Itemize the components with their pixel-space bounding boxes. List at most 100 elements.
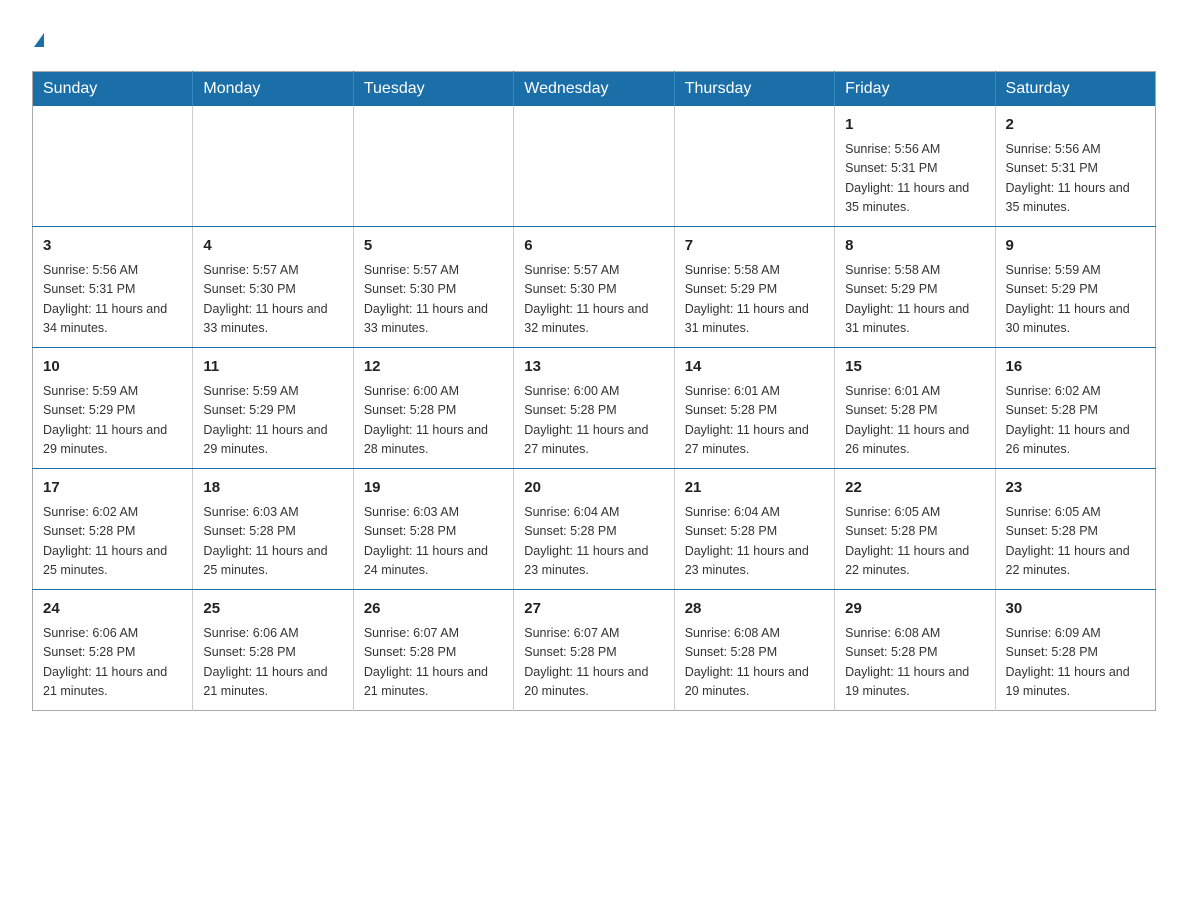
day-number: 22: [845, 477, 984, 500]
calendar-table: Sunday Monday Tuesday Wednesday Thursday…: [32, 71, 1156, 711]
day-info: Sunrise: 5:57 AMSunset: 5:30 PMDaylight:…: [203, 261, 342, 339]
calendar-week-row: 24 Sunrise: 6:06 AMSunset: 5:28 PMDayligh…: [33, 589, 1156, 710]
day-info: Sunrise: 6:04 AMSunset: 5:28 PMDaylight:…: [524, 503, 663, 581]
calendar-cell: 25 Sunrise: 6:06 AMSunset: 5:28 PMDayligh…: [193, 589, 353, 710]
calendar-cell: 18 Sunrise: 6:03 AMSunset: 5:28 PMDayligh…: [193, 468, 353, 589]
calendar-cell: 6 Sunrise: 5:57 AMSunset: 5:30 PMDaylight…: [514, 226, 674, 347]
day-info: Sunrise: 5:59 AMSunset: 5:29 PMDaylight:…: [1006, 261, 1145, 339]
calendar-cell: 21Sunrise: 6:04 AMSunset: 5:28 PMDayligh…: [674, 468, 834, 589]
header-monday: Monday: [193, 71, 353, 106]
calendar-cell: 5 Sunrise: 5:57 AMSunset: 5:30 PMDaylight…: [353, 226, 513, 347]
calendar-cell: 17 Sunrise: 6:02 AMSunset: 5:28 PMDayligh…: [33, 468, 193, 589]
calendar-week-row: 1 Sunrise: 5:56 AMSunset: 5:31 PMDaylight…: [33, 106, 1156, 227]
day-info: Sunrise: 5:57 AMSunset: 5:30 PMDaylight:…: [524, 261, 663, 339]
day-info: Sunrise: 6:06 AMSunset: 5:28 PMDaylight:…: [203, 624, 342, 702]
day-info: Sunrise: 5:57 AMSunset: 5:30 PMDaylight:…: [364, 261, 503, 339]
calendar-cell: 7 Sunrise: 5:58 AMSunset: 5:29 PMDaylight…: [674, 226, 834, 347]
day-number: 2: [1006, 114, 1145, 137]
day-info: Sunrise: 6:07 AMSunset: 5:28 PMDaylight:…: [524, 624, 663, 702]
day-number: 15: [845, 356, 984, 379]
calendar-cell: 26 Sunrise: 6:07 AMSunset: 5:28 PMDayligh…: [353, 589, 513, 710]
day-number: 5: [364, 235, 503, 258]
day-number: 10: [43, 356, 182, 379]
day-number: 23: [1006, 477, 1145, 500]
day-number: 4: [203, 235, 342, 258]
calendar-cell: 10 Sunrise: 5:59 AMSunset: 5:29 PMDayligh…: [33, 347, 193, 468]
day-number: 13: [524, 356, 663, 379]
day-info: Sunrise: 6:07 AMSunset: 5:28 PMDaylight:…: [364, 624, 503, 702]
calendar-cell: 24 Sunrise: 6:06 AMSunset: 5:28 PMDayligh…: [33, 589, 193, 710]
day-info: Sunrise: 6:09 AMSunset: 5:28 PMDaylight:…: [1006, 624, 1145, 702]
day-number: 19: [364, 477, 503, 500]
day-number: 16: [1006, 356, 1145, 379]
day-info: Sunrise: 6:01 AMSunset: 5:28 PMDaylight:…: [845, 382, 984, 460]
calendar-cell: 23 Sunrise: 6:05 AMSunset: 5:28 PMDayligh…: [995, 468, 1155, 589]
calendar-cell: [674, 106, 834, 227]
calendar-cell: 9 Sunrise: 5:59 AMSunset: 5:29 PMDaylight…: [995, 226, 1155, 347]
day-number: 25: [203, 598, 342, 621]
calendar-cell: 30Sunrise: 6:09 AMSunset: 5:28 PMDayligh…: [995, 589, 1155, 710]
day-info: Sunrise: 5:56 AMSunset: 5:31 PMDaylight:…: [1006, 140, 1145, 218]
day-info: Sunrise: 6:03 AMSunset: 5:28 PMDaylight:…: [364, 503, 503, 581]
day-info: Sunrise: 5:58 AMSunset: 5:29 PMDaylight:…: [685, 261, 824, 339]
calendar-cell: [193, 106, 353, 227]
day-info: Sunrise: 6:03 AMSunset: 5:28 PMDaylight:…: [203, 503, 342, 581]
calendar-week-row: 3Sunrise: 5:56 AMSunset: 5:31 PMDaylight…: [33, 226, 1156, 347]
day-info: Sunrise: 5:59 AMSunset: 5:29 PMDaylight:…: [203, 382, 342, 460]
calendar-cell: [353, 106, 513, 227]
calendar-cell: 12 Sunrise: 6:00 AMSunset: 5:28 PMDayligh…: [353, 347, 513, 468]
calendar-cell: [33, 106, 193, 227]
day-info: Sunrise: 5:59 AMSunset: 5:29 PMDaylight:…: [43, 382, 182, 460]
header-wednesday: Wednesday: [514, 71, 674, 106]
calendar-cell: 14 Sunrise: 6:01 AMSunset: 5:28 PMDayligh…: [674, 347, 834, 468]
calendar-cell: 4 Sunrise: 5:57 AMSunset: 5:30 PMDaylight…: [193, 226, 353, 347]
day-info: Sunrise: 5:56 AMSunset: 5:31 PMDaylight:…: [43, 261, 182, 339]
calendar-cell: 15 Sunrise: 6:01 AMSunset: 5:28 PMDayligh…: [835, 347, 995, 468]
day-number: 24: [43, 598, 182, 621]
calendar-cell: 22Sunrise: 6:05 AMSunset: 5:28 PMDayligh…: [835, 468, 995, 589]
day-number: 6: [524, 235, 663, 258]
calendar-cell: 20 Sunrise: 6:04 AMSunset: 5:28 PMDayligh…: [514, 468, 674, 589]
header-sunday: Sunday: [33, 71, 193, 106]
header: [32, 24, 1156, 53]
day-info: Sunrise: 6:00 AMSunset: 5:28 PMDaylight:…: [364, 382, 503, 460]
day-number: 26: [364, 598, 503, 621]
logo: [32, 24, 44, 53]
header-tuesday: Tuesday: [353, 71, 513, 106]
day-number: 18: [203, 477, 342, 500]
header-friday: Friday: [835, 71, 995, 106]
calendar-cell: 3Sunrise: 5:56 AMSunset: 5:31 PMDaylight…: [33, 226, 193, 347]
header-thursday: Thursday: [674, 71, 834, 106]
day-info: Sunrise: 6:01 AMSunset: 5:28 PMDaylight:…: [685, 382, 824, 460]
calendar-cell: 13 Sunrise: 6:00 AMSunset: 5:28 PMDayligh…: [514, 347, 674, 468]
day-info: Sunrise: 6:00 AMSunset: 5:28 PMDaylight:…: [524, 382, 663, 460]
day-number: 9: [1006, 235, 1145, 258]
day-info: Sunrise: 6:05 AMSunset: 5:28 PMDaylight:…: [1006, 503, 1145, 581]
calendar-cell: 16 Sunrise: 6:02 AMSunset: 5:28 PMDayligh…: [995, 347, 1155, 468]
day-number: 11: [203, 356, 342, 379]
calendar-cell: 29Sunrise: 6:08 AMSunset: 5:28 PMDayligh…: [835, 589, 995, 710]
day-number: 12: [364, 356, 503, 379]
day-number: 28: [685, 598, 824, 621]
calendar-cell: 1Sunrise: 5:56 AMSunset: 5:31 PMDaylight…: [835, 106, 995, 227]
day-number: 1: [845, 114, 984, 137]
day-number: 8: [845, 235, 984, 258]
day-number: 17: [43, 477, 182, 500]
calendar-week-row: 17 Sunrise: 6:02 AMSunset: 5:28 PMDayligh…: [33, 468, 1156, 589]
day-info: Sunrise: 6:06 AMSunset: 5:28 PMDaylight:…: [43, 624, 182, 702]
day-info: Sunrise: 5:58 AMSunset: 5:29 PMDaylight:…: [845, 261, 984, 339]
logo-triangle-icon: [34, 33, 44, 47]
calendar-cell: 11 Sunrise: 5:59 AMSunset: 5:29 PMDayligh…: [193, 347, 353, 468]
day-info: Sunrise: 6:02 AMSunset: 5:28 PMDaylight:…: [1006, 382, 1145, 460]
day-info: Sunrise: 6:02 AMSunset: 5:28 PMDaylight:…: [43, 503, 182, 581]
day-number: 7: [685, 235, 824, 258]
calendar-cell: 2 Sunrise: 5:56 AMSunset: 5:31 PMDaylight…: [995, 106, 1155, 227]
calendar-cell: 19 Sunrise: 6:03 AMSunset: 5:28 PMDayligh…: [353, 468, 513, 589]
weekday-header-row: Sunday Monday Tuesday Wednesday Thursday…: [33, 71, 1156, 106]
day-number: 21: [685, 477, 824, 500]
day-number: 20: [524, 477, 663, 500]
calendar-cell: 28Sunrise: 6:08 AMSunset: 5:28 PMDayligh…: [674, 589, 834, 710]
day-number: 14: [685, 356, 824, 379]
header-saturday: Saturday: [995, 71, 1155, 106]
calendar-cell: 8 Sunrise: 5:58 AMSunset: 5:29 PMDaylight…: [835, 226, 995, 347]
